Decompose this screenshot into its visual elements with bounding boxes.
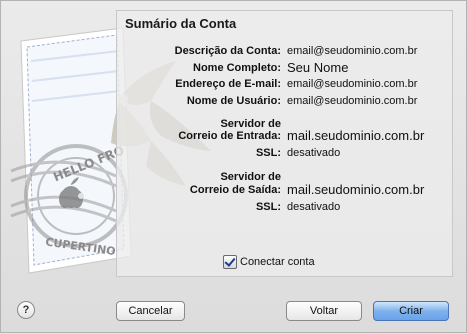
cancel-button[interactable]: Cancelar [116, 301, 185, 321]
email-value: email@seudominio.com.br [287, 78, 418, 90]
outgoing-server-label-1: Servidor de [220, 171, 281, 183]
description-label: Descrição da Conta: [174, 45, 281, 57]
fullname-label: Nome Completo: [193, 62, 281, 74]
outgoing-server-value: mail.seudominio.com.br [287, 182, 425, 197]
outgoing-ssl-label: SSL: [255, 201, 281, 213]
incoming-server-label-2: Correio de Entrada: [178, 130, 281, 142]
help-button[interactable]: ? [17, 301, 35, 319]
connect-account-row[interactable]: Conectar conta [223, 255, 315, 269]
outgoing-ssl-value: desativado [287, 201, 341, 213]
username-value: email@seudominio.com.br [287, 95, 418, 107]
create-button[interactable]: Criar [373, 301, 449, 321]
connect-account-checkbox[interactable] [223, 255, 237, 269]
username-label: Nome de Usuário: [186, 95, 281, 107]
incoming-ssl-label: SSL: [255, 147, 281, 159]
incoming-server-label-1: Servidor de [220, 118, 281, 130]
panel-title: Sumário da Conta [125, 16, 237, 31]
outgoing-server-label-2: Correio de Saída: [189, 184, 281, 196]
description-value: email@seudominio.com.br [287, 45, 418, 57]
connect-account-label: Conectar conta [240, 256, 315, 268]
setup-window: HELLO FRO CUPERTINO Sumário da Conta Des… [0, 0, 467, 333]
fullname-value: Seu Nome [287, 60, 349, 75]
incoming-ssl-value: desativado [287, 147, 341, 159]
email-label: Endereço de E-mail: [175, 78, 281, 90]
incoming-server-value: mail.seudominio.com.br [287, 128, 425, 143]
back-button[interactable]: Voltar [286, 301, 362, 321]
help-icon: ? [22, 304, 30, 316]
